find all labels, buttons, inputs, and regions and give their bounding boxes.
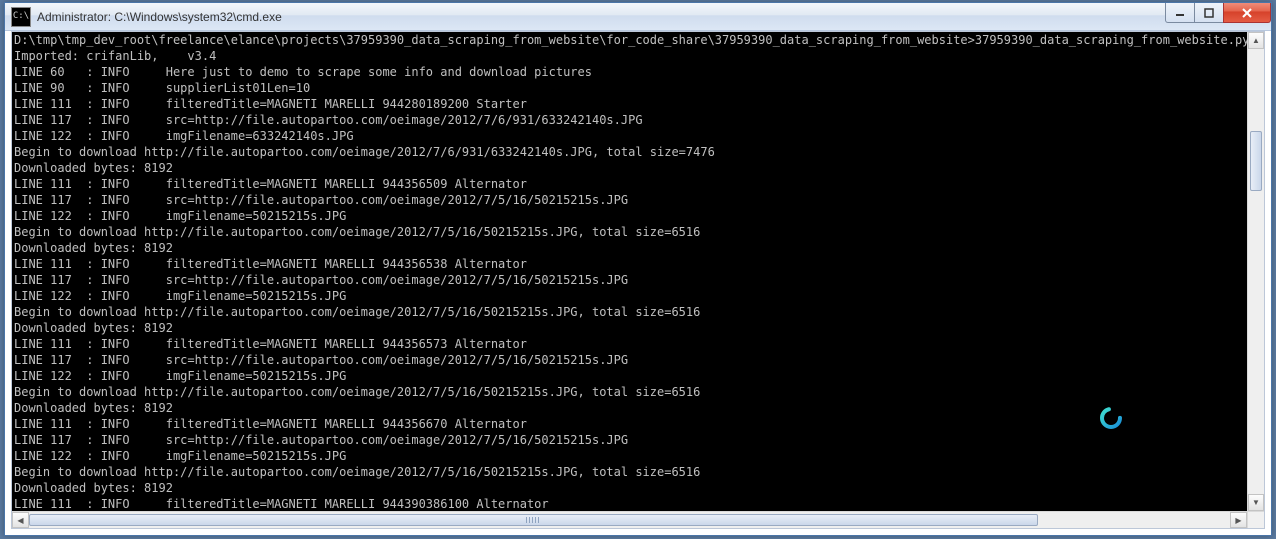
minimize-icon — [1175, 8, 1185, 18]
scroll-up-button[interactable]: ▲ — [1248, 32, 1264, 49]
maximize-button[interactable] — [1194, 3, 1224, 23]
vscroll-track[interactable] — [1248, 49, 1264, 494]
hscroll-thumb[interactable] — [29, 514, 1038, 526]
chevron-right-icon: ▶ — [1235, 516, 1241, 525]
minimize-button[interactable] — [1165, 3, 1195, 23]
busy-cursor-icon — [1098, 405, 1124, 431]
cmd-icon-label: C:\ — [13, 12, 29, 21]
vertical-scrollbar[interactable]: ▲ ▼ — [1247, 32, 1264, 511]
window-title: Administrator: C:\Windows\system32\cmd.e… — [37, 10, 282, 24]
hscroll-track[interactable] — [29, 512, 1230, 528]
titlebar[interactable]: C:\ Administrator: C:\Windows\system32\c… — [5, 3, 1271, 31]
scrollbar-corner — [1247, 511, 1264, 528]
console-viewport[interactable]: D:\tmp\tmp_dev_root\freelance\elance\pro… — [12, 32, 1264, 511]
cmd-icon: C:\ — [11, 7, 31, 27]
close-button[interactable] — [1223, 3, 1271, 23]
chevron-down-icon: ▼ — [1252, 498, 1260, 507]
thumb-grip-icon — [526, 517, 540, 523]
window-controls — [1166, 3, 1271, 23]
console-output: D:\tmp\tmp_dev_root\freelance\elance\pro… — [12, 32, 1264, 511]
client-area: D:\tmp\tmp_dev_root\freelance\elance\pro… — [11, 31, 1265, 529]
horizontal-scrollbar[interactable]: ◀ ▶ — [12, 511, 1247, 528]
maximize-icon — [1204, 8, 1214, 18]
vscroll-thumb[interactable] — [1250, 131, 1262, 191]
scroll-left-button[interactable]: ◀ — [12, 512, 29, 528]
chevron-up-icon: ▲ — [1252, 36, 1260, 45]
chevron-left-icon: ◀ — [17, 516, 23, 525]
close-icon — [1241, 7, 1253, 19]
scroll-right-button[interactable]: ▶ — [1230, 512, 1247, 528]
scroll-down-button[interactable]: ▼ — [1248, 494, 1264, 511]
cmd-window: C:\ Administrator: C:\Windows\system32\c… — [4, 2, 1272, 536]
